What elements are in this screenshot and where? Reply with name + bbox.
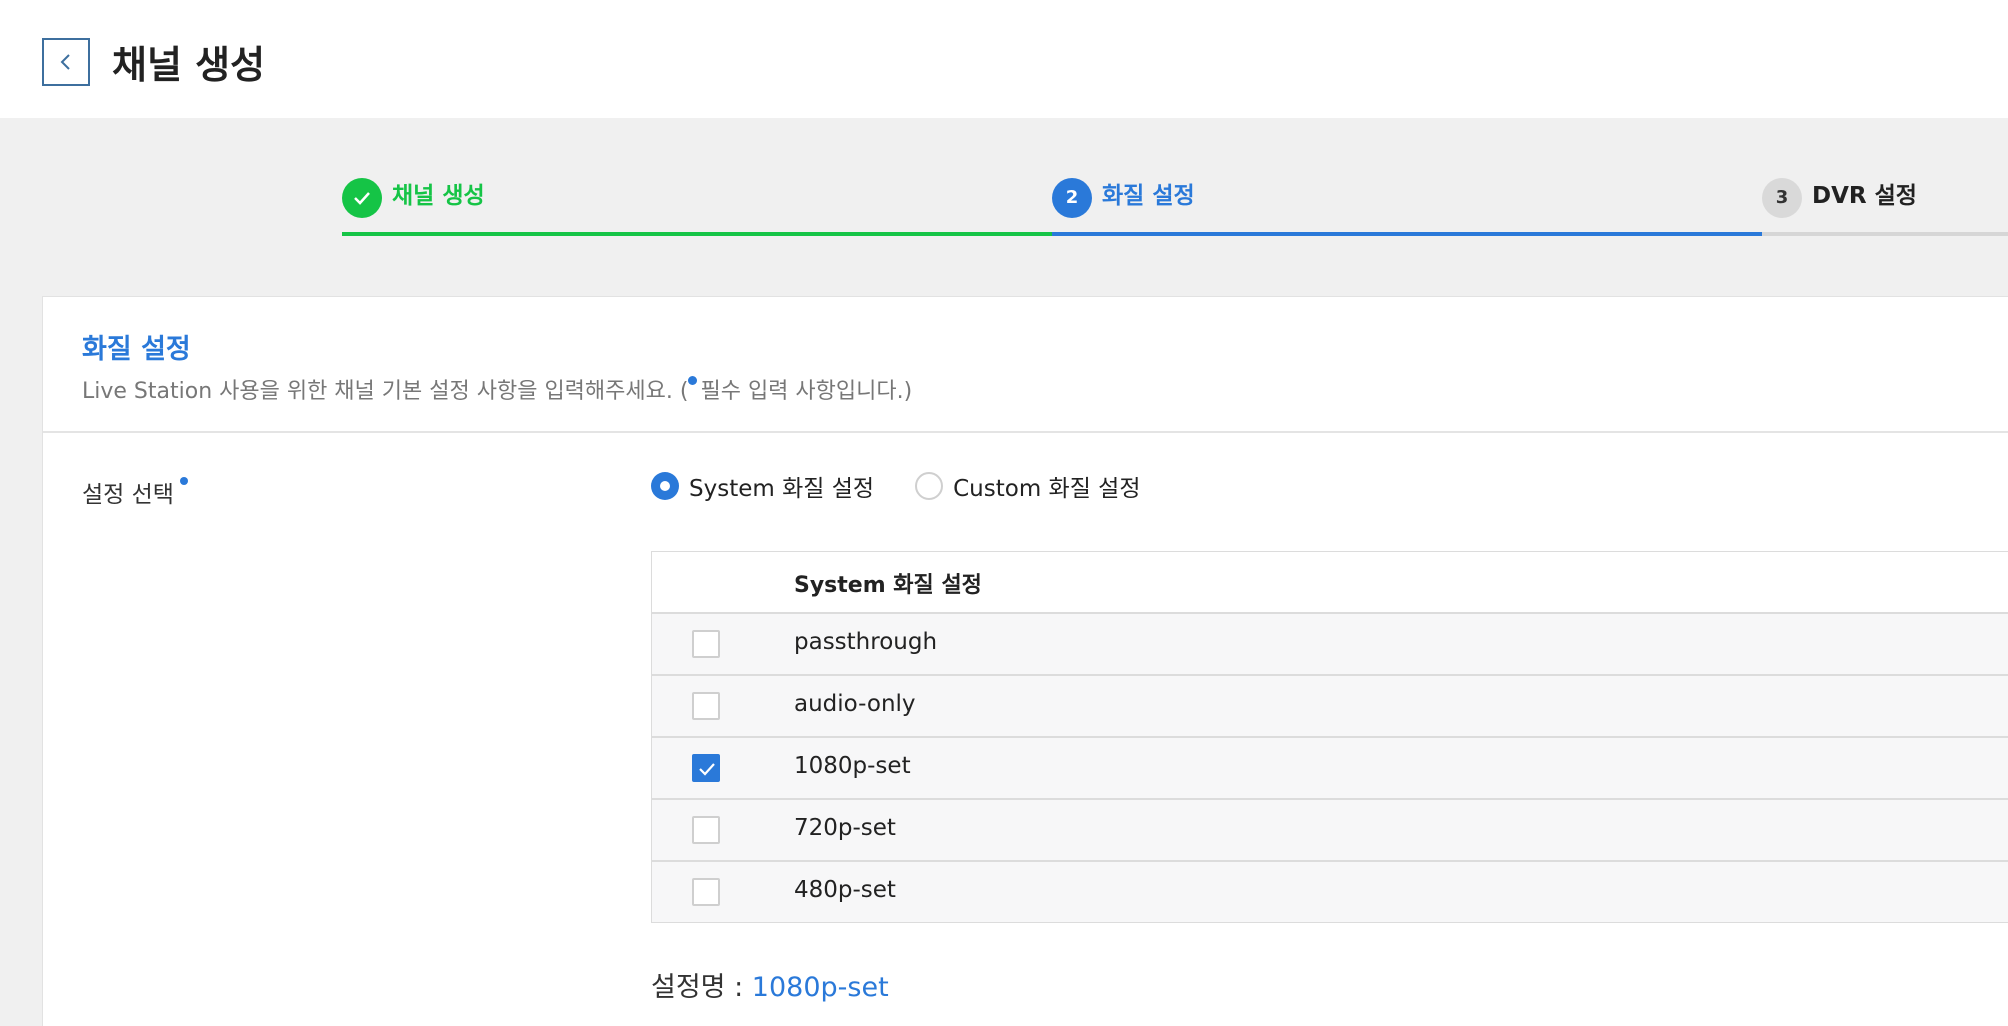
- row-name: 1080p-set: [794, 753, 911, 779]
- step-done-indicator: [342, 178, 382, 218]
- card-header: 화질 설정 Live Station 사용을 위한 채널 기본 설정 사항을 입…: [43, 297, 2008, 433]
- step-number: 2: [1052, 178, 1092, 218]
- radio-selected-icon[interactable]: [651, 472, 679, 500]
- required-dot-icon: [688, 376, 698, 385]
- row-checkbox[interactable]: [692, 692, 720, 720]
- table-row[interactable]: 720p-set: [652, 800, 2008, 862]
- column-header: System 화질 설정: [794, 573, 982, 598]
- table-row[interactable]: passthrough: [652, 614, 2008, 676]
- radio-label: Custom 화질 설정: [953, 476, 1141, 502]
- row-checkbox[interactable]: [692, 754, 720, 782]
- row-checkbox[interactable]: [692, 816, 720, 844]
- row-name: audio-only: [794, 691, 916, 717]
- description-text: 필수 입력 사항입니다.): [700, 379, 913, 404]
- step-quality-settings[interactable]: 2 화질 설정: [1052, 176, 1762, 236]
- label-text: 설정 선택: [82, 482, 174, 508]
- selected-setting-summary: 설정명 : 1080p-set: [651, 965, 889, 1004]
- radio-unselected-icon[interactable]: [915, 472, 944, 500]
- setting-type-radio-group: System 화질 설정 Custom 화질 설정: [651, 469, 1177, 505]
- table-header: System 화질 설정: [652, 552, 2008, 614]
- page-header: 채널 생성: [0, 0, 2008, 118]
- step-label: 화질 설정: [1102, 183, 1195, 209]
- step-dvr-settings[interactable]: 3 DVR 설정: [1762, 176, 2008, 236]
- check-icon: [354, 192, 370, 205]
- radio-label: System 화질 설정: [689, 476, 875, 502]
- step-progress-line: [342, 232, 1052, 236]
- step-label: DVR 설정: [1812, 183, 1917, 209]
- radio-system-quality[interactable]: System 화질 설정: [651, 469, 874, 503]
- step-progress-line: [1052, 232, 1762, 236]
- row-name: 480p-set: [794, 877, 896, 903]
- check-icon: [699, 763, 715, 776]
- chevron-left-icon: [60, 54, 70, 70]
- row-checkbox[interactable]: [692, 630, 720, 658]
- section-description: Live Station 사용을 위한 채널 기본 설정 사항을 입력해주세요.…: [82, 373, 912, 405]
- row-name: passthrough: [794, 629, 938, 655]
- back-button[interactable]: [42, 38, 90, 86]
- breadcrumb: [40, 0, 540, 2]
- setting-select-label: 설정 선택: [82, 475, 191, 509]
- step-channel-create[interactable]: 채널 생성: [342, 176, 1052, 236]
- stepper: 채널 생성 2 화질 설정 3 DVR 설정: [342, 176, 2008, 236]
- row-checkbox[interactable]: [692, 878, 720, 906]
- step-progress-line: [1762, 232, 2008, 236]
- summary-label: 설정명 :: [651, 972, 752, 1003]
- table-row[interactable]: audio-only: [652, 676, 2008, 738]
- step-number: 3: [1762, 178, 1802, 218]
- system-quality-table: System 화질 설정 passthrough audio-only 1080…: [651, 551, 2008, 923]
- page-title: 채널 생성: [112, 43, 266, 87]
- description-text: Live Station 사용을 위한 채널 기본 설정 사항을 입력해주세요.…: [82, 379, 689, 404]
- table-row[interactable]: 1080p-set: [652, 738, 2008, 800]
- row-name: 720p-set: [794, 815, 896, 841]
- table-row[interactable]: 480p-set: [652, 862, 2008, 922]
- summary-value: 1080p-set: [751, 972, 889, 1003]
- radio-custom-quality[interactable]: Custom 화질 설정: [915, 469, 1141, 503]
- step-label: 채널 생성: [392, 183, 485, 209]
- required-dot-icon: [179, 477, 188, 485]
- section-title: 화질 설정: [82, 334, 191, 365]
- settings-card: 화질 설정 Live Station 사용을 위한 채널 기본 설정 사항을 입…: [42, 296, 2008, 1026]
